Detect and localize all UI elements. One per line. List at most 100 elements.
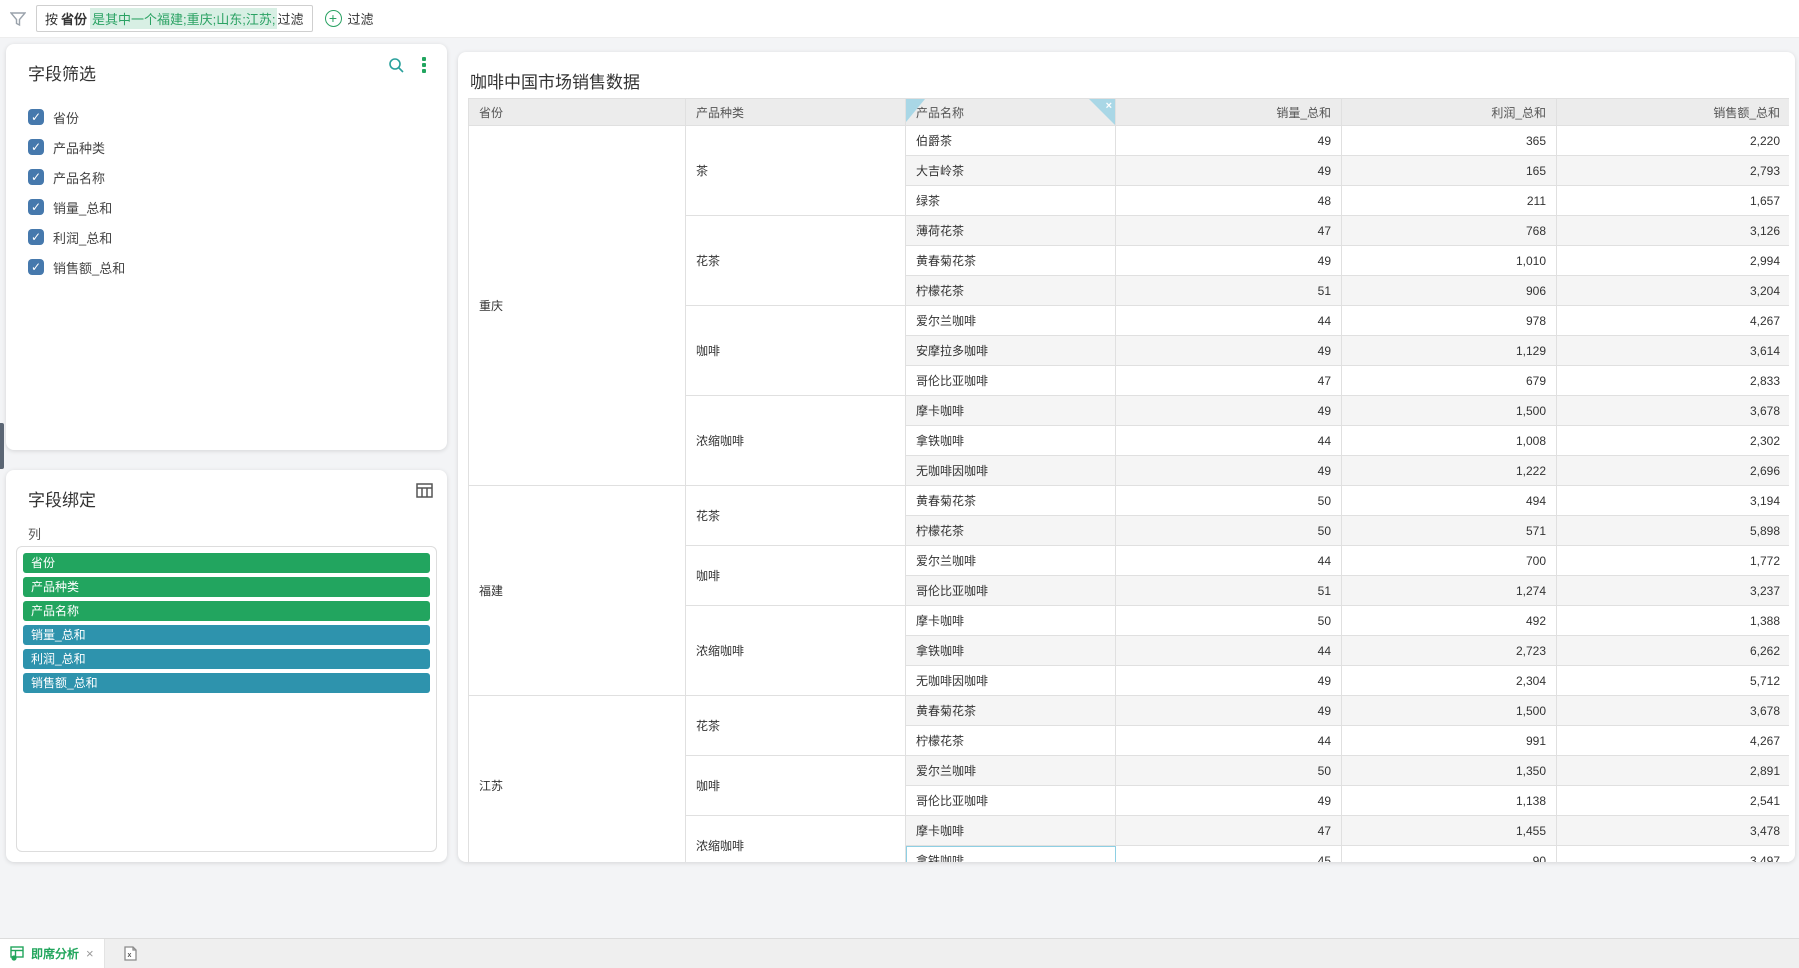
category-cell[interactable]: 浓缩咖啡 xyxy=(686,396,906,486)
sales-qty-cell[interactable]: 50 xyxy=(1116,756,1342,786)
profit-cell[interactable]: 1,138 xyxy=(1342,786,1557,816)
profit-cell[interactable]: 1,274 xyxy=(1342,576,1557,606)
category-cell[interactable]: 茶 xyxy=(686,126,906,216)
product-name-cell[interactable]: 安摩拉多咖啡 xyxy=(906,336,1116,366)
category-cell[interactable]: 咖啡 xyxy=(686,756,906,816)
profit-cell[interactable]: 165 xyxy=(1342,156,1557,186)
column-header[interactable]: 销量_总和 xyxy=(1116,99,1342,126)
column-pill-dimension[interactable]: 产品名称 xyxy=(23,601,430,621)
sales-qty-cell[interactable]: 50 xyxy=(1116,486,1342,516)
checkbox-checked-icon[interactable]: ✓ xyxy=(28,229,44,245)
product-name-cell[interactable]: 哥伦比亚咖啡 xyxy=(906,366,1116,396)
sales-qty-cell[interactable]: 49 xyxy=(1116,696,1342,726)
revenue-cell[interactable]: 2,994 xyxy=(1557,246,1790,276)
corner-triangle-icon[interactable] xyxy=(906,99,925,122)
sales-qty-cell[interactable]: 49 xyxy=(1116,666,1342,696)
revenue-cell[interactable]: 2,891 xyxy=(1557,756,1790,786)
column-header[interactable]: 产品名称× xyxy=(906,99,1116,126)
checkbox-checked-icon[interactable]: ✓ xyxy=(28,109,44,125)
product-name-cell[interactable]: 爱尔兰咖啡 xyxy=(906,306,1116,336)
product-name-cell[interactable]: 薄荷花茶 xyxy=(906,216,1116,246)
product-name-cell[interactable]: 爱尔兰咖啡 xyxy=(906,546,1116,576)
sales-qty-cell[interactable]: 44 xyxy=(1116,726,1342,756)
sales-qty-cell[interactable]: 49 xyxy=(1116,396,1342,426)
field-checkbox-item[interactable]: ✓产品种类 xyxy=(28,132,435,162)
category-cell[interactable]: 花茶 xyxy=(686,486,906,546)
product-name-cell[interactable]: 绿茶 xyxy=(906,186,1116,216)
field-checkbox-item[interactable]: ✓产品名称 xyxy=(28,162,435,192)
category-cell[interactable]: 花茶 xyxy=(686,696,906,756)
revenue-cell[interactable]: 2,793 xyxy=(1557,156,1790,186)
sales-qty-cell[interactable]: 49 xyxy=(1116,246,1342,276)
product-name-cell[interactable]: 拿铁咖啡 xyxy=(906,846,1116,863)
revenue-cell[interactable]: 3,497 xyxy=(1557,846,1790,863)
sales-qty-cell[interactable]: 49 xyxy=(1116,786,1342,816)
sales-qty-cell[interactable]: 51 xyxy=(1116,276,1342,306)
product-name-cell[interactable]: 柠檬花茶 xyxy=(906,726,1116,756)
profit-cell[interactable]: 1,500 xyxy=(1342,696,1557,726)
revenue-cell[interactable]: 3,237 xyxy=(1557,576,1790,606)
product-name-cell[interactable]: 黄春菊花茶 xyxy=(906,486,1116,516)
product-name-cell[interactable]: 爱尔兰咖啡 xyxy=(906,756,1116,786)
product-name-cell[interactable]: 摩卡咖啡 xyxy=(906,816,1116,846)
field-checkbox-item[interactable]: ✓利润_总和 xyxy=(28,222,435,252)
profit-cell[interactable]: 1,222 xyxy=(1342,456,1557,486)
column-header[interactable]: 销售额_总和 xyxy=(1557,99,1790,126)
sales-qty-cell[interactable]: 47 xyxy=(1116,816,1342,846)
checkbox-checked-icon[interactable]: ✓ xyxy=(28,139,44,155)
category-cell[interactable]: 咖啡 xyxy=(686,546,906,606)
category-cell[interactable]: 花茶 xyxy=(686,216,906,306)
product-name-cell[interactable]: 黄春菊花茶 xyxy=(906,246,1116,276)
kebab-menu-icon[interactable] xyxy=(415,56,433,74)
profit-cell[interactable]: 1,010 xyxy=(1342,246,1557,276)
profit-cell[interactable]: 1,008 xyxy=(1342,426,1557,456)
product-name-cell[interactable]: 哥伦比亚咖啡 xyxy=(906,576,1116,606)
sales-qty-cell[interactable]: 49 xyxy=(1116,126,1342,156)
product-name-cell[interactable]: 伯爵茶 xyxy=(906,126,1116,156)
revenue-cell[interactable]: 3,478 xyxy=(1557,816,1790,846)
revenue-cell[interactable]: 1,772 xyxy=(1557,546,1790,576)
product-name-cell[interactable]: 摩卡咖啡 xyxy=(906,396,1116,426)
column-pill-measure[interactable]: 销售额_总和 xyxy=(23,673,430,693)
revenue-cell[interactable]: 2,696 xyxy=(1557,456,1790,486)
revenue-cell[interactable]: 6,262 xyxy=(1557,636,1790,666)
sales-qty-cell[interactable]: 49 xyxy=(1116,156,1342,186)
province-cell[interactable]: 福建 xyxy=(469,486,686,696)
sales-qty-cell[interactable]: 47 xyxy=(1116,366,1342,396)
product-name-cell[interactable]: 大吉岭茶 xyxy=(906,156,1116,186)
revenue-cell[interactable]: 3,678 xyxy=(1557,396,1790,426)
column-pill-container[interactable]: 省份产品种类产品名称销量_总和利润_总和销售额_总和 xyxy=(16,546,437,852)
remove-column-icon[interactable]: × xyxy=(1106,100,1112,112)
province-cell[interactable]: 重庆 xyxy=(469,126,686,486)
profit-cell[interactable]: 1,129 xyxy=(1342,336,1557,366)
field-checkbox-item[interactable]: ✓销量_总和 xyxy=(28,192,435,222)
sales-qty-cell[interactable]: 44 xyxy=(1116,426,1342,456)
profit-cell[interactable]: 1,500 xyxy=(1342,396,1557,426)
profit-cell[interactable]: 700 xyxy=(1342,546,1557,576)
sales-qty-cell[interactable]: 49 xyxy=(1116,456,1342,486)
profit-cell[interactable]: 492 xyxy=(1342,606,1557,636)
sales-qty-cell[interactable]: 51 xyxy=(1116,576,1342,606)
profit-cell[interactable]: 211 xyxy=(1342,186,1557,216)
column-pill-dimension[interactable]: 省份 xyxy=(23,553,430,573)
sales-qty-cell[interactable]: 50 xyxy=(1116,516,1342,546)
profit-cell[interactable]: 978 xyxy=(1342,306,1557,336)
product-name-cell[interactable]: 柠檬花茶 xyxy=(906,276,1116,306)
product-name-cell[interactable]: 无咖啡因咖啡 xyxy=(906,456,1116,486)
profit-cell[interactable]: 1,455 xyxy=(1342,816,1557,846)
revenue-cell[interactable]: 2,541 xyxy=(1557,786,1790,816)
document-x-icon[interactable]: x xyxy=(121,945,138,963)
tab-close-icon[interactable]: × xyxy=(86,946,94,961)
profit-cell[interactable]: 2,723 xyxy=(1342,636,1557,666)
revenue-cell[interactable]: 3,204 xyxy=(1557,276,1790,306)
profit-cell[interactable]: 90 xyxy=(1342,846,1557,863)
category-cell[interactable]: 浓缩咖啡 xyxy=(686,606,906,696)
revenue-cell[interactable]: 3,614 xyxy=(1557,336,1790,366)
revenue-cell[interactable]: 4,267 xyxy=(1557,306,1790,336)
revenue-cell[interactable]: 2,220 xyxy=(1557,126,1790,156)
sales-qty-cell[interactable]: 44 xyxy=(1116,546,1342,576)
profit-cell[interactable]: 1,350 xyxy=(1342,756,1557,786)
sales-qty-cell[interactable]: 48 xyxy=(1116,186,1342,216)
product-name-cell[interactable]: 哥伦比亚咖啡 xyxy=(906,786,1116,816)
product-name-cell[interactable]: 摩卡咖啡 xyxy=(906,606,1116,636)
